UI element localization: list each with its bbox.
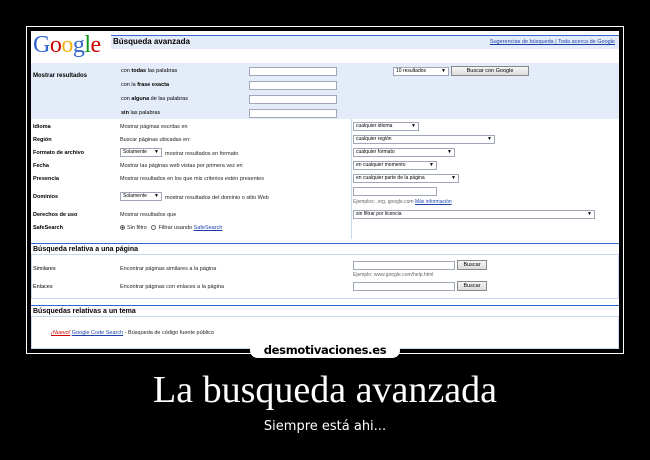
page-specific-box: [31, 255, 619, 299]
usage-rights-desc: Mostrar resultados que: [120, 212, 177, 218]
poster-subtitle: Siempre está ahi...: [263, 419, 387, 434]
links-search-button[interactable]: Buscar: [457, 281, 487, 291]
header-links[interactable]: Sugerencias de búsqueda | Toda acerca de…: [490, 37, 615, 47]
date-select[interactable]: en cualquier momento ▼: [353, 161, 437, 170]
topic-title: Búsquedas relativas a un tema: [33, 308, 136, 315]
region-label: Región: [33, 137, 52, 143]
domains-label: Dominios: [33, 194, 59, 200]
watermark-logo: desmotivaciones.es: [250, 343, 400, 358]
safesearch-options: Sin filtro Filtrar usando SafeSearch: [120, 224, 222, 232]
any-words-input[interactable]: [249, 95, 337, 104]
safesearch-label: SafeSearch: [33, 225, 63, 231]
more-info-link[interactable]: Más información: [415, 199, 452, 205]
chevron-down-icon: ▼: [154, 193, 159, 199]
file-format-mode-select[interactable]: Solamente ▼: [120, 148, 162, 157]
without-words-input[interactable]: [249, 109, 337, 118]
chevron-down-icon: ▼: [441, 68, 446, 74]
file-format-desc: mostrar resultados en formato: [165, 151, 239, 157]
occurrences-label: Presencia: [33, 176, 59, 182]
usage-rights-label: Derechos de uso: [33, 212, 78, 218]
page-specific-title: Búsqueda relativa a una página: [33, 246, 139, 253]
chevron-down-icon: ▼: [411, 123, 416, 129]
page-title: Búsqueda avanzada: [113, 37, 190, 46]
similar-desc: Encontrar páginas similares a la página: [120, 266, 217, 272]
domains-mode-select[interactable]: Solamente ▼: [120, 192, 162, 201]
screenshot: Google Búsqueda avanzada Sugerencias de …: [31, 31, 619, 349]
links-desc: Encontrar páginas con enlaces a la págin…: [120, 284, 224, 290]
safesearch-filter-radio[interactable]: [151, 225, 157, 231]
similar-input[interactable]: [353, 261, 455, 270]
divider: [351, 119, 352, 239]
exact-phrase-label: con la frase exacta: [121, 82, 170, 88]
any-words-label: con alguna de las palabras: [121, 96, 188, 102]
date-label: Fecha: [33, 163, 49, 169]
results-count-select[interactable]: 10 resultados ▼: [393, 67, 449, 76]
domains-desc: mostrar resultados del dominio o sitio W…: [165, 195, 269, 201]
file-format-label: Formato de archivo: [33, 150, 85, 156]
code-search-link[interactable]: Google Code Search: [72, 330, 123, 336]
search-google-button[interactable]: Buscar con Google: [451, 66, 529, 76]
google-logo[interactable]: Google: [33, 31, 101, 59]
new-badge: ¡Nuevo!: [51, 330, 71, 336]
region-select[interactable]: cualquier región ▼: [353, 135, 495, 144]
domains-hint: Ejemplos: .org, google.com Más informaci…: [353, 199, 452, 205]
chevron-down-icon: ▼: [447, 149, 452, 155]
code-search-line: ¡Nuevo! Google Code Search - Búsqueda de…: [51, 330, 214, 336]
chevron-down-icon: ▼: [487, 136, 492, 142]
safesearch-off-radio[interactable]: [120, 225, 125, 231]
occurrences-desc: Mostrar resultados en los que mis criter…: [120, 176, 264, 182]
show-results-label: Mostrar resultados: [33, 73, 88, 79]
similar-hint: Ejemplo: www.google.com/help.html: [353, 272, 434, 278]
all-words-label: con todas las palabras: [121, 68, 178, 74]
domains-input[interactable]: [353, 187, 437, 196]
chevron-down-icon: ▼: [587, 211, 592, 217]
page-specific-section: Búsqueda relativa a una página: [31, 243, 619, 255]
safesearch-link[interactable]: SafeSearch: [194, 225, 223, 231]
file-format-select[interactable]: cualquier formato ▼: [353, 148, 455, 157]
similar-search-button[interactable]: Buscar: [457, 260, 487, 270]
language-desc: Mostrar páginas escritas en: [120, 124, 188, 130]
without-words-label: sin las palabras: [121, 110, 161, 116]
all-words-input[interactable]: [249, 67, 337, 76]
links-label: Enlaces: [33, 284, 53, 290]
occurrences-select[interactable]: en cualquier parte de la página ▼: [353, 174, 459, 183]
chevron-down-icon: ▼: [429, 162, 434, 168]
chevron-down-icon: ▼: [154, 149, 159, 155]
links-input[interactable]: [353, 282, 455, 291]
exact-phrase-input[interactable]: [249, 81, 337, 90]
chevron-down-icon: ▼: [451, 175, 456, 181]
poster-title: La busqueda avanzada: [153, 369, 497, 411]
topic-section: Búsquedas relativas a un tema: [31, 305, 619, 317]
usage-rights-select[interactable]: sin filtrar por licencia ▼: [353, 210, 595, 219]
language-label: Idioma: [33, 124, 51, 130]
language-select[interactable]: cualquier idioma ▼: [353, 122, 419, 131]
header: Google Búsqueda avanzada Sugerencias de …: [31, 31, 619, 61]
date-desc: Mostrar las páginas web vistas por prime…: [120, 163, 243, 169]
region-desc: Buscar páginas ubicadas en:: [120, 137, 191, 143]
similar-label: Similares: [33, 266, 56, 272]
